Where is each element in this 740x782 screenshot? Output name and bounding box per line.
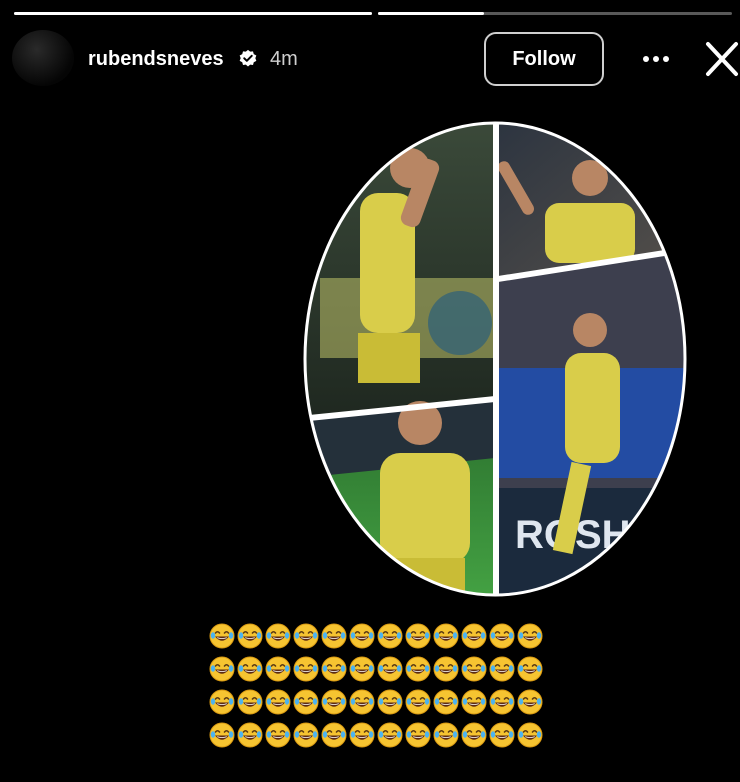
face-with-tears-of-joy-icon (348, 655, 376, 683)
collage-photo (305, 398, 495, 595)
face-with-tears-of-joy-icon (516, 622, 544, 650)
face-with-tears-of-joy-icon (236, 721, 264, 749)
face-with-tears-of-joy-icon (292, 721, 320, 749)
face-with-tears-of-joy-icon (348, 622, 376, 650)
face-with-tears-of-joy-icon (292, 655, 320, 683)
face-with-tears-of-joy-icon (208, 622, 236, 650)
face-with-tears-of-joy-icon (208, 688, 236, 716)
more-options-icon[interactable] (636, 46, 676, 72)
face-with-tears-of-joy-icon (488, 688, 516, 716)
face-with-tears-of-joy-icon (208, 721, 236, 749)
face-with-tears-of-joy-icon (488, 655, 516, 683)
face-with-tears-of-joy-icon (320, 688, 348, 716)
face-with-tears-of-joy-icon (432, 688, 460, 716)
face-with-tears-of-joy-icon (432, 655, 460, 683)
face-with-tears-of-joy-icon (516, 721, 544, 749)
story-progress-segment (378, 12, 732, 15)
face-with-tears-of-joy-icon (376, 721, 404, 749)
story-progress-fill (378, 12, 485, 15)
caption-emoji-grid (208, 622, 544, 754)
post-time: 4m (270, 48, 298, 70)
story-progress-fill (14, 12, 372, 15)
face-with-tears-of-joy-icon (404, 622, 432, 650)
face-with-tears-of-joy-icon (264, 622, 292, 650)
story-progress-segment (14, 12, 372, 15)
face-with-tears-of-joy-icon (264, 688, 292, 716)
face-with-tears-of-joy-icon (376, 655, 404, 683)
face-with-tears-of-joy-icon (460, 622, 488, 650)
face-with-tears-of-joy-icon (292, 622, 320, 650)
face-with-tears-of-joy-icon (236, 688, 264, 716)
face-with-tears-of-joy-icon (404, 655, 432, 683)
face-with-tears-of-joy-icon (320, 721, 348, 749)
face-with-tears-of-joy-icon (460, 721, 488, 749)
face-with-tears-of-joy-icon (320, 622, 348, 650)
face-with-tears-of-joy-icon (404, 688, 432, 716)
face-with-tears-of-joy-icon (208, 655, 236, 683)
face-with-tears-of-joy-icon (320, 655, 348, 683)
face-with-tears-of-joy-icon (348, 688, 376, 716)
face-with-tears-of-joy-icon (488, 622, 516, 650)
face-with-tears-of-joy-icon (488, 721, 516, 749)
face-with-tears-of-joy-icon (432, 721, 460, 749)
face-with-tears-of-joy-icon (432, 622, 460, 650)
face-with-tears-of-joy-icon (376, 688, 404, 716)
face-with-tears-of-joy-icon (376, 622, 404, 650)
face-with-tears-of-joy-icon (264, 721, 292, 749)
follow-button[interactable]: Follow (484, 32, 604, 86)
username[interactable]: rubendsneves (88, 48, 224, 71)
face-with-tears-of-joy-icon (404, 721, 432, 749)
story-progress-bar (0, 12, 740, 15)
face-with-tears-of-joy-icon (236, 622, 264, 650)
face-with-tears-of-joy-icon (264, 655, 292, 683)
face-with-tears-of-joy-icon (516, 688, 544, 716)
story-header: rubendsneves 4m Follow (0, 26, 740, 92)
face-with-tears-of-joy-icon (460, 688, 488, 716)
face-with-tears-of-joy-icon (516, 655, 544, 683)
collage-photo: ROSH (498, 248, 685, 595)
face-with-tears-of-joy-icon (460, 655, 488, 683)
collage-photo (305, 123, 495, 418)
avatar[interactable] (12, 30, 74, 86)
face-with-tears-of-joy-icon (348, 721, 376, 749)
verified-badge-icon (239, 49, 257, 67)
face-with-tears-of-joy-icon (236, 655, 264, 683)
photo-collage[interactable]: ROSH (300, 118, 690, 600)
face-with-tears-of-joy-icon (292, 688, 320, 716)
close-icon[interactable] (704, 40, 740, 78)
